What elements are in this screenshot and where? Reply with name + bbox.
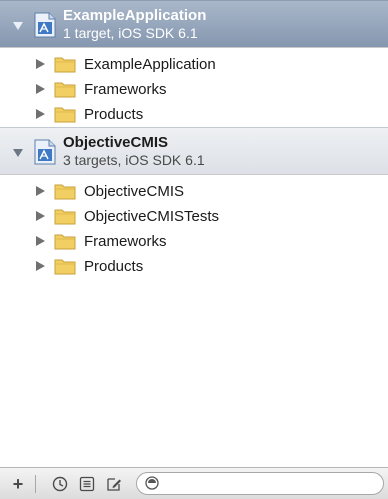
project-header[interactable]: ExampleApplication 1 target, iOS SDK 6.1 [0, 0, 388, 48]
disclosure-collapsed-icon[interactable] [36, 83, 45, 94]
navigator-filter-bar: + [0, 467, 388, 499]
folder-icon [54, 184, 76, 200]
disclosure-expanded-icon[interactable] [13, 149, 23, 158]
project-subtitle: 3 targets, iOS SDK 6.1 [63, 152, 205, 169]
group-row-objective-cmis[interactable]: ObjectiveCMIS [0, 179, 388, 204]
disclosure-collapsed-icon[interactable] [36, 235, 45, 246]
group-label: Products [84, 105, 144, 123]
disclosure-collapsed-icon[interactable] [36, 59, 45, 69]
filter-input[interactable] [165, 475, 375, 492]
folder-icon [54, 234, 76, 250]
project-title: ObjectiveCMIS [63, 134, 169, 152]
disclosure-collapsed-icon[interactable] [36, 186, 45, 197]
group-label: ObjectiveCMISTests [84, 208, 220, 226]
group-label: Frameworks [84, 80, 167, 98]
clock-icon[interactable] [52, 476, 68, 492]
group-row-products[interactable]: Products [0, 102, 388, 127]
folder-icon [54, 259, 76, 275]
xcode-project-icon [34, 139, 56, 165]
filter-search-field[interactable] [136, 472, 384, 495]
xcode-project-icon [34, 12, 56, 38]
group-row-example-application[interactable]: ExampleApplication [0, 52, 388, 77]
group-label: Products [84, 257, 144, 275]
group-row-frameworks[interactable]: Frameworks [0, 77, 388, 102]
folder-icon [54, 107, 76, 123]
group-row-products[interactable]: Products [0, 254, 388, 279]
divider [35, 475, 36, 493]
disclosure-collapsed-icon[interactable] [36, 260, 45, 271]
project-objective-cmis: ObjectiveCMIS 3 targets, iOS SDK 6.1 Obj… [0, 127, 388, 278]
folder-icon [54, 57, 76, 73]
disclosure-expanded-icon[interactable] [13, 22, 23, 30]
group-label: ObjectiveCMIS [84, 183, 185, 201]
group-label: ExampleApplication [84, 56, 216, 73]
disclosure-collapsed-icon[interactable] [36, 108, 45, 119]
project-subtitle: 1 target, iOS SDK 6.1 [63, 25, 198, 41]
source-control-icon[interactable] [79, 476, 95, 492]
group-label: Frameworks [84, 232, 167, 250]
group-row-frameworks[interactable]: Frameworks [0, 229, 388, 254]
disclosure-collapsed-icon[interactable] [36, 211, 45, 222]
folder-icon [54, 82, 76, 98]
project-example-application: ExampleApplication 1 target, iOS SDK 6.1… [0, 0, 388, 126]
edited-file-icon[interactable] [106, 476, 122, 492]
project-header[interactable]: ObjectiveCMIS 3 targets, iOS SDK 6.1 [0, 127, 388, 176]
group-row-objective-cmis-tests[interactable]: ObjectiveCMISTests [0, 204, 388, 229]
project-navigator: ExampleApplication 1 target, iOS SDK 6.1… [0, 0, 388, 499]
folder-icon [54, 209, 76, 225]
filter-icon [145, 476, 159, 490]
project-title: ExampleApplication [63, 7, 207, 24]
add-button[interactable]: + [10, 474, 26, 494]
